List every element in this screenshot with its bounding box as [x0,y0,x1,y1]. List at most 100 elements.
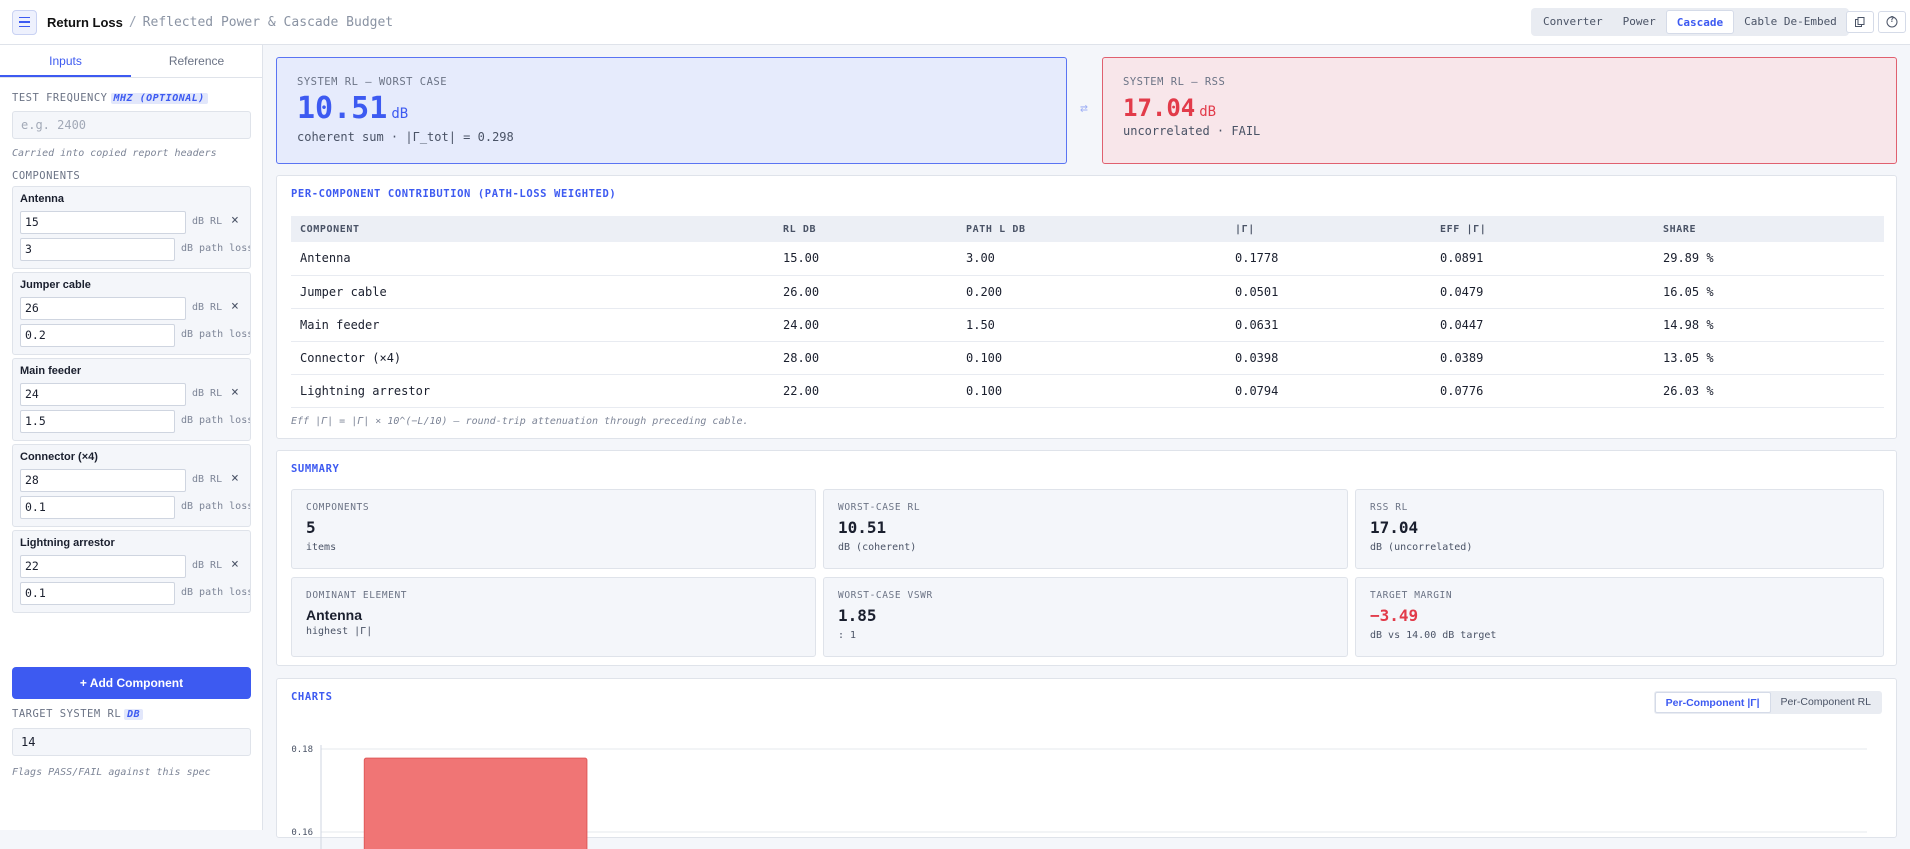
table-row: Connector (×4) 28.00 0.100 0.0398 0.0389… [291,341,1884,375]
stat-sub: dB vs 14.00 dB target [1370,630,1497,641]
component-rl-input[interactable]: 24 [20,383,186,406]
chart-toggle-gamma[interactable]: Per-Component |Γ| [1654,692,1771,713]
component-card: Jumper cable 26 dB RL × 0.2 dB path loss… [12,272,251,355]
path-loss-unit-label: dB path loss (o [181,243,251,254]
column-header: RL DB [774,216,957,242]
table-header-row: COMPONENT RL DB PATH L DB |Γ| EFF |Γ| SH… [291,216,1884,242]
component-path-loss-input[interactable]: 3 [20,238,175,261]
rss-desc: uncorrelated · FAIL [1123,124,1261,138]
table-cell: 0.0479 [1431,275,1654,309]
stat-sub: dB (uncorrelated) [1370,542,1473,553]
component-name: Jumper cable [20,279,91,291]
stat-card-rss-rl: RSS RL 17.04 dB (uncorrelated) [1355,489,1884,569]
component-path-loss-input[interactable]: 1.5 [20,410,175,433]
rss-rl-card: SYSTEM RL — RSS 17.04 dB uncorrelated · F… [1102,57,1897,164]
stat-card-components: COMPONENTS 5 items [291,489,816,569]
remove-component-icon[interactable]: × [231,299,239,314]
contribution-title: PER-COMPONENT CONTRIBUTION (PATH-LOSS WE… [291,188,617,200]
copy-icon[interactable] [1846,11,1874,33]
column-header: EFF |Γ| [1431,216,1654,242]
component-card: Main feeder 24 dB RL × 1.5 dB path loss … [12,358,251,441]
stat-sub: : 1 [838,630,857,641]
stat-sub: highest |Γ| [306,626,373,637]
table-cell: 1.50 [957,308,1226,342]
sidebar-tabs: Inputs Reference [0,45,262,78]
component-path-loss-input[interactable]: 0.1 [20,496,175,519]
test-frequency-input[interactable]: e.g. 2400 [12,111,251,139]
stat-label: RSS RL [1370,502,1408,513]
remove-component-icon[interactable]: × [231,385,239,400]
component-name: Antenna [20,193,64,205]
tab-reference[interactable]: Reference [131,45,262,77]
worst-case-value: 10.51 dB [297,91,408,126]
table-row: Antenna 15.00 3.00 0.1778 0.0891 29.89 % [291,242,1884,276]
tab-inputs[interactable]: Inputs [0,45,131,77]
stat-sub: items [306,542,337,553]
remove-component-icon[interactable]: × [231,213,239,228]
hamburger-menu-icon[interactable] [12,9,37,35]
table-cell: Connector (×4) [291,341,774,375]
column-header: COMPONENT [291,216,774,242]
mode-tab-power[interactable]: Power [1613,10,1666,34]
component-rl-input[interactable]: 26 [20,297,186,320]
worst-case-number: 10.51 [297,91,388,126]
test-frequency-hint: Carried into copied report headers [12,148,217,159]
target-rl-label: TARGET SYSTEM RL DB [12,708,144,720]
table-cell: 29.89 % [1654,242,1884,276]
rl-unit-label: dB RL [192,474,223,485]
component-path-loss-input[interactable]: 0.2 [20,324,175,347]
path-loss-unit-label: dB path loss (o [181,415,251,426]
table-cell: 0.200 [957,275,1226,309]
chart-bar [363,757,588,849]
table-cell: 0.0631 [1226,308,1431,342]
component-card: Antenna 15 dB RL × 3 dB path loss (o [12,186,251,269]
swap-icon: ⇄ [1080,101,1088,116]
table-cell: 16.05 % [1654,275,1884,309]
component-rl-input[interactable]: 15 [20,211,186,234]
stat-sub: dB (coherent) [838,542,917,553]
target-rl-hint: Flags PASS/FAIL against this spec [12,767,211,778]
component-name: Lightning arrestor [20,537,115,549]
stat-label: DOMINANT ELEMENT [306,590,408,601]
component-rl-input[interactable]: 22 [20,555,186,578]
add-component-button[interactable]: + Add Component [12,667,251,699]
target-rl-unit: DB [124,709,144,720]
rl-unit-label: dB RL [192,302,223,313]
chart-toggle-rl[interactable]: Per-Component RL [1771,692,1881,713]
table-cell: 14.98 % [1654,308,1884,342]
table-cell: 0.0776 [1431,374,1654,408]
test-frequency-label-text: TEST FREQUENCY [12,92,108,104]
column-header: SHARE [1654,216,1884,242]
table-cell: 0.0398 [1226,341,1431,375]
component-path-loss-input[interactable]: 0.1 [20,582,175,605]
target-rl-label-text: TARGET SYSTEM RL [12,708,122,720]
target-rl-input[interactable]: 14 [12,728,251,756]
path-loss-unit-label: dB path loss (o [181,501,251,512]
rss-label: SYSTEM RL — RSS [1123,76,1226,88]
component-rl-input[interactable]: 28 [20,469,186,492]
mode-tab-cascade[interactable]: Cascade [1665,10,1735,34]
table-cell: 0.100 [957,341,1226,375]
table-row: Jumper cable 26.00 0.200 0.0501 0.0479 1… [291,275,1884,309]
remove-component-icon[interactable]: × [231,557,239,572]
y-tick-label: 0.18 [291,745,313,755]
help-icon[interactable]: ? [1878,11,1906,33]
stat-card-target-margin: TARGET MARGIN −3.49 dB vs 14.00 dB targe… [1355,577,1884,657]
worst-case-label: SYSTEM RL — WORST CASE [297,76,448,88]
table-cell: 28.00 [774,341,957,375]
help-glyph: ? [1889,15,1895,24]
test-frequency-label: TEST FREQUENCY MHZ (OPTIONAL) [12,92,208,104]
mode-tab-converter[interactable]: Converter [1533,10,1613,34]
stat-value: Antenna [306,607,362,623]
component-name: Main feeder [20,365,82,377]
table-cell: 0.0891 [1431,242,1654,276]
worst-case-unit: dB [391,106,409,122]
stat-card-dominant-element: DOMINANT ELEMENT Antenna highest |Γ| [291,577,816,657]
mode-tab-cable-de-embed[interactable]: Cable De-Embed [1734,10,1847,34]
summary-title: SUMMARY [291,463,340,475]
path-loss-unit-label: dB path loss (o [181,587,251,598]
stat-value: −3.49 [1370,606,1419,625]
remove-component-icon[interactable]: × [231,471,239,486]
component-card: Lightning arrestor 22 dB RL × 0.1 dB pat… [12,530,251,613]
table-cell: 26.03 % [1654,374,1884,408]
